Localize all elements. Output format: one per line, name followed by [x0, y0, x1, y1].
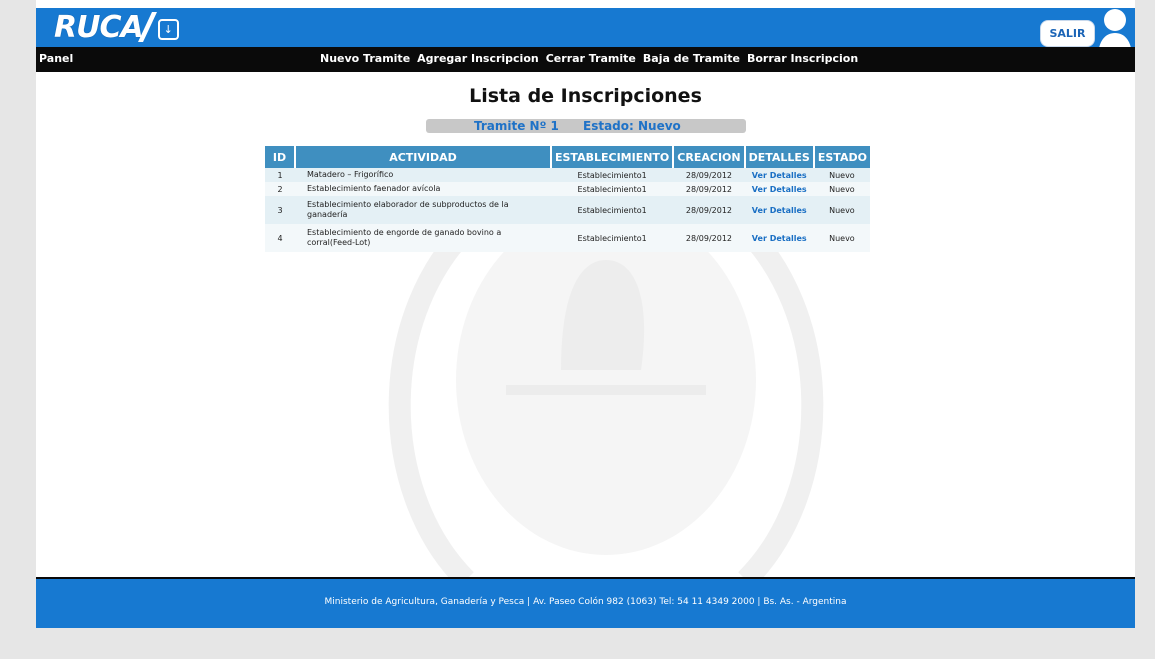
table-header-row: ID ACTIVIDAD ESTABLECIMIENTO CREACION DE… [265, 146, 870, 168]
app-frame: RUCA ↓ SALIR Panel Nuevo Tramite Agregar… [36, 0, 1135, 628]
nav-bar: Panel Nuevo Tramite Agregar Inscripcion … [36, 47, 1135, 72]
cell-creacion: 28/09/2012 [673, 196, 745, 224]
nav-baja-tramite[interactable]: Baja de Tramite [643, 52, 740, 65]
col-establecimiento: ESTABLECIMIENTO [551, 146, 675, 168]
cell-estado: Nuevo [813, 196, 870, 224]
ver-detalles-link[interactable]: Ver Detalles [752, 185, 807, 194]
cell-estado: Nuevo [813, 168, 870, 182]
tramite-estado: Estado: Nuevo [583, 119, 681, 133]
cell-detalles: Ver Detalles [744, 224, 814, 252]
panel-link[interactable]: Panel [39, 52, 73, 65]
table-row: 2 Establecimiento faenador avícola Estab… [265, 182, 870, 196]
cell-creacion: 28/09/2012 [673, 224, 745, 252]
cell-actividad: Establecimiento de engorde de ganado bov… [295, 224, 551, 252]
cell-establecimiento: Establecimiento1 [551, 196, 674, 224]
cell-actividad: Matadero – Frigorífico [295, 168, 551, 182]
cell-actividad: Establecimiento elaborador de subproduct… [295, 196, 551, 224]
cell-estado: Nuevo [813, 224, 870, 252]
page-title: Lista de Inscripciones [469, 85, 702, 107]
download-arrow-icon: ↓ [157, 18, 179, 40]
top-header: RUCA ↓ SALIR [36, 8, 1135, 47]
cell-actividad: Establecimiento faenador avícola [295, 182, 551, 196]
inscripciones-table: ID ACTIVIDAD ESTABLECIMIENTO CREACION DE… [265, 146, 870, 252]
cell-creacion: 28/09/2012 [673, 168, 745, 182]
col-detalles: DETALLES [744, 146, 815, 168]
logo-text: RUCA [54, 9, 144, 45]
ruca-logo[interactable]: RUCA ↓ [54, 9, 179, 45]
cell-detalles: Ver Detalles [744, 196, 814, 224]
cell-establecimiento: Establecimiento1 [551, 224, 674, 252]
ver-detalles-link[interactable]: Ver Detalles [752, 206, 807, 215]
col-estado: ESTADO [813, 146, 870, 168]
footer: Ministerio de Agricultura, Ganadería y P… [36, 577, 1135, 628]
cell-id: 1 [265, 168, 295, 182]
table-row: 1 Matadero – Frigorífico Establecimiento… [265, 168, 870, 182]
tramite-status-bar: Tramite Nº 1 Estado: Nuevo [426, 119, 746, 133]
cell-id: 2 [265, 182, 295, 196]
col-actividad: ACTIVIDAD [295, 146, 552, 168]
table-row: 3 Establecimiento elaborador de subprodu… [265, 196, 870, 224]
col-id: ID [265, 146, 296, 168]
nav-nuevo-tramite[interactable]: Nuevo Tramite [320, 52, 410, 65]
nav-agregar-inscripcion[interactable]: Agregar Inscripcion [417, 52, 539, 65]
footer-text: Ministerio de Agricultura, Ganadería y P… [324, 597, 847, 607]
logout-button[interactable]: SALIR [1043, 23, 1092, 44]
cell-establecimiento: Establecimiento1 [551, 168, 674, 182]
ver-detalles-link[interactable]: Ver Detalles [752, 234, 807, 243]
cell-estado: Nuevo [813, 182, 870, 196]
col-creacion: CREACION [673, 146, 746, 168]
cell-detalles: Ver Detalles [744, 168, 814, 182]
cell-detalles: Ver Detalles [744, 182, 814, 196]
ver-detalles-link[interactable]: Ver Detalles [752, 171, 807, 180]
cell-establecimiento: Establecimiento1 [551, 182, 674, 196]
cell-creacion: 28/09/2012 [673, 182, 745, 196]
tramite-number: Tramite Nº 1 [474, 119, 559, 133]
nav-menu: Nuevo Tramite Agregar Inscripcion Cerrar… [320, 52, 858, 65]
cell-id: 4 [265, 224, 295, 252]
table-row: 4 Establecimiento de engorde de ganado b… [265, 224, 870, 252]
cell-id: 3 [265, 196, 295, 224]
nav-borrar-inscripcion[interactable]: Borrar Inscripcion [747, 52, 858, 65]
nav-cerrar-tramite[interactable]: Cerrar Tramite [546, 52, 636, 65]
